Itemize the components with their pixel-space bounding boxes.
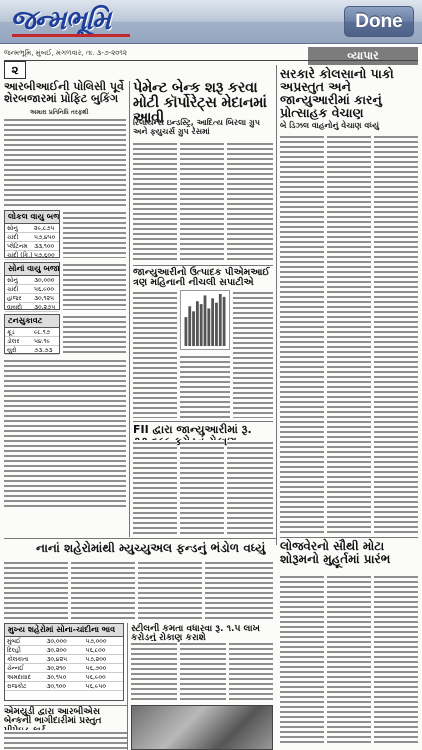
article-body: [133, 141, 177, 261]
table-row: દિલ્હી ૩૦,૨૦૦ ૫૬,૮૦૦: [5, 646, 123, 655]
column-divider: [276, 65, 277, 545]
market-table: લોકલ વાયુ બજાર સોનું૨૯,૮૭૫ ચાંદી૫૭,૪૫૦ પ…: [4, 210, 60, 260]
chart-bar: [188, 306, 192, 346]
chart-bar: [207, 308, 211, 346]
table-title: ટનસુકાવટ: [5, 315, 59, 328]
article-body: [180, 141, 224, 261]
table-row: હાજર ૩૦,૧૨૫: [5, 294, 59, 303]
done-button[interactable]: Done: [344, 6, 414, 37]
article-subheadline: રિલાયન્સ ઇન્ડસ્ટ્રિ, આદિત્ય બિરલા ગ્રુપ …: [133, 118, 260, 136]
article-body: [180, 354, 230, 418]
dateline: જન્મભૂમિ, મુંબઈ, મંગળવાર, તા. ૩-૭-૨૦૧૨: [4, 49, 127, 57]
article-body: [63, 314, 126, 354]
table-title: મુખ્ય શહેરોમાં સોના-ચાંદીના ભાવ: [5, 624, 123, 637]
article-body: [63, 262, 126, 310]
table-row: ચાંદી (કિ.) ૫૭,૬૦૦: [5, 251, 59, 260]
article-headline[interactable]: સરકારે કોલસાનો પાકો અપ્રસ્તુત અને જાન્યુ…: [280, 67, 418, 120]
pmi-chart-svg: [184, 294, 226, 346]
table-row: ડોલર ૫૪.૧૯: [5, 337, 59, 346]
chart-bar: [215, 302, 218, 346]
article-body: [180, 440, 224, 535]
chart-bar: [184, 317, 188, 346]
article-body: [374, 134, 418, 534]
table-row: કોલકાતા ૩૦,૪૨૫ ૫૭,૨૦૦: [5, 655, 123, 664]
article-headline[interactable]: જાન્યુઆરીનો ઉત્પાદક પીએમઆઈ ત્રણ મહિનાની …: [133, 268, 273, 288]
article-body: [180, 641, 226, 701]
chart-bar: [211, 298, 215, 346]
table-row: રાજકોટ ૩૦,૧૦૦ ૫૬,૯૫૦: [5, 682, 123, 691]
article-body: [227, 141, 273, 261]
article-headline[interactable]: આરબીઆઈની પોલિસી પૂર્વે શેરબજારમાં પ્રોફિ…: [4, 81, 126, 104]
article-body: [227, 440, 273, 535]
column-divider: [127, 623, 128, 750]
chart-bar: [222, 296, 226, 346]
chart-bar: [195, 301, 199, 346]
table-row: ચાંદી ૫૭,૪૫૦: [5, 233, 59, 242]
page-number: ૨: [4, 61, 26, 79]
chart-bar: [203, 295, 207, 346]
article-body: [233, 290, 273, 418]
article-body: [205, 560, 273, 620]
article-subheadline: બે ડિઝલ વાહનોનું વેચાણ વધ્યું: [280, 121, 380, 130]
market-table: સોનાં વાયુ બજાર સોનું ૩૦,૦૦૦ ચાંદી ૫૬,૯૦૦ …: [4, 262, 60, 312]
table-row: મુંબઈ ૩૦,૦૦૦ ૫૭,૦૦૦: [5, 637, 123, 646]
table-title: સોનાં વાયુ બજાર: [5, 263, 59, 276]
chart-bar: [218, 294, 222, 346]
chart-bar: [192, 311, 195, 346]
article-body: [229, 641, 273, 701]
newspaper-page[interactable]: જન્મભૂમિ, મુંબઈ, મંગળવાર, તા. ૩-૭-૨૦૧૨ વ…: [0, 45, 422, 750]
top-rule: [4, 60, 418, 61]
table-row: ચાંદી ૫૬,૯૦૦: [5, 285, 59, 294]
table-title: લોકલ વાયુ બજાર: [5, 211, 59, 224]
article-body: [280, 574, 324, 746]
article-body: [133, 290, 177, 418]
section-divider: [133, 421, 273, 422]
table-row: પ્લેટિનમ ૩૩,૧૦૦: [5, 242, 59, 251]
article-body: [138, 560, 202, 620]
article-byline: અમારા પ્રતિનિધિ તરફથી: [30, 109, 89, 116]
table-row: સોનું ૩૦,૦૦૦: [5, 276, 59, 285]
section-divider: [280, 537, 418, 538]
table-row: ચેન્નઈ ૩૦,૨૧૦ ૫૬,૭૦૦: [5, 664, 123, 673]
table-row: યુરો ૭૩.૭૩: [5, 346, 59, 355]
section-divider: [133, 265, 273, 266]
article-body: [131, 641, 177, 701]
article-body: [327, 134, 371, 534]
section-tag: વ્યાપાર: [308, 47, 418, 65]
table-row: અમદાવાદ ૩૦,૧૫૦ ૫૬,૯૦૦: [5, 673, 123, 682]
pmi-chart: [180, 290, 230, 350]
section-divider: [4, 538, 276, 539]
chart-bar: [199, 304, 203, 346]
article-body: [71, 560, 135, 620]
article-body: [327, 574, 371, 746]
city-gold-silver-table: મુખ્ય શહેરોમાં સોના-ચાંદીના ભાવ મુંબઈ ૩૦,…: [4, 623, 124, 701]
article-body: [63, 210, 126, 258]
article-body: [133, 440, 177, 535]
article-body: [4, 560, 68, 620]
article-body: [4, 730, 127, 750]
article-body: [374, 574, 418, 746]
market-table: ટનસુકાવટ ક્રૂડ ૯૮.૧૭ ડોલર ૫૪.૧૯ યુરો ૭૩.૭૩: [4, 314, 60, 355]
article-body: [4, 358, 126, 510]
table-row: ક્રૂડ ૯૮.૧૭: [5, 328, 59, 337]
section-divider: [4, 705, 127, 706]
logo-underline: [12, 34, 130, 37]
article-headline[interactable]: લોજવેરનો સૌથી મોટા શોરૂમનો મુહૂર્તમાં પ્…: [280, 540, 418, 565]
table-row: વાયદો ૩૦,૨૭૫: [5, 303, 59, 312]
table-row: સોનું ૨૯,૮૭૫: [5, 224, 59, 233]
app-toolbar: જન્મભૂમિ Done: [0, 0, 422, 44]
article-body: [4, 117, 126, 207]
column-divider: [129, 81, 130, 537]
article-headline[interactable]: નાનાં શહેરોમાંથી મ્યુચ્યુઅલ ફન્ડનું ભંડો…: [36, 542, 276, 555]
article-body: [280, 134, 324, 534]
event-photo: [131, 705, 273, 750]
